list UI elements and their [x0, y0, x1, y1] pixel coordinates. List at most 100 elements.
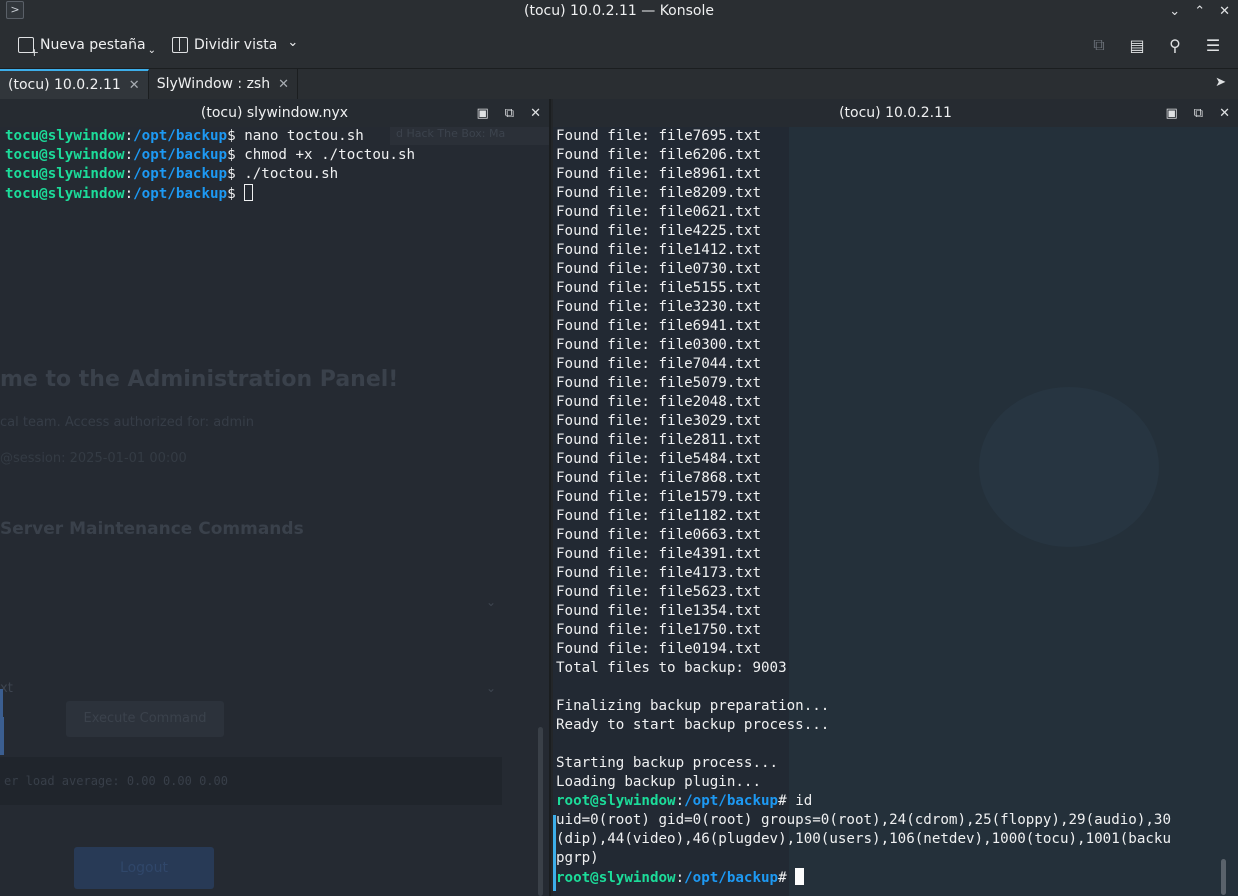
terminal-line: Found file: file4225.txt — [556, 223, 761, 239]
right-terminal-output[interactable]: Found file: file7695.txt Found file: file… — [556, 127, 1171, 888]
window-titlebar: > (tocu) 10.0.2.11 — Konsole ⌄ ⌃ ✕ — [0, 0, 1238, 22]
maximize-pane-icon[interactable]: ▣ — [477, 106, 489, 121]
terminal-line: Found file: file8209.txt — [556, 185, 761, 201]
terminal-line: root@slywindow:/opt/backup# — [556, 868, 1171, 888]
terminal-line: Found file: file5079.txt — [556, 375, 761, 391]
left-scrollbar[interactable] — [537, 127, 545, 896]
terminal-line: Found file: file4173.txt — [556, 565, 761, 581]
terminal-line: Found file: file1579.txt — [556, 489, 761, 505]
terminal-line: (dip),44(video),46(plugdev),100(users),1… — [556, 831, 1171, 847]
toolbar-right-actions: ⧉ ▤ ⚲ ☰ — [1088, 22, 1224, 68]
terminal-line: Total files to backup: 9003 — [556, 660, 787, 676]
search-icon[interactable]: ⚲ — [1164, 36, 1186, 55]
terminal-cursor — [244, 184, 254, 201]
terminal-line: tocu@slywindow:/opt/backup$ chmod +x ./t… — [5, 147, 416, 163]
terminal-line: Found file: file7868.txt — [556, 470, 761, 486]
focus-indicator — [0, 689, 3, 727]
background-button: Logout — [74, 847, 214, 889]
hamburger-menu-icon[interactable]: ☰ — [1202, 36, 1224, 55]
terminal-line: Found file: file3230.txt — [556, 299, 761, 315]
background-section-title: Server Maintenance Commands — [0, 519, 304, 539]
new-tab-label: Nueva pestaña — [40, 37, 146, 53]
terminal-line: Ready to start backup process... — [556, 717, 830, 733]
close-pane-icon[interactable]: ✕ — [1219, 106, 1230, 121]
terminal-line: Found file: file1412.txt — [556, 242, 761, 258]
terminal-line: Found file: file6941.txt — [556, 318, 761, 334]
pin-icon[interactable]: ➤ — [1215, 75, 1226, 90]
terminal-line: Found file: file2048.txt — [556, 394, 761, 410]
chevron-down-icon[interactable]: ⌄ — [148, 45, 156, 56]
terminal-line: tocu@slywindow:/opt/backup$ ./toctou.sh — [5, 166, 339, 182]
terminal-line: Found file: file3029.txt — [556, 413, 761, 429]
maximize-pane-icon[interactable]: ▣ — [1166, 106, 1178, 121]
left-terminal-pane[interactable]: d Hack The Box: Ma me to the Administrat… — [0, 99, 551, 896]
terminal-line: Found file: file8961.txt — [556, 166, 761, 182]
tab-tocu-10-0-2-11[interactable]: (tocu) 10.0.2.11 ✕ — [0, 69, 149, 99]
minimize-icon[interactable]: ⌄ — [1169, 4, 1180, 19]
left-pane-header: (tocu) slywindow.nyx ▣ ⧉ ✕ — [0, 99, 549, 127]
terminal-line: uid=0(root) gid=0(root) groups=0(root),2… — [556, 812, 1171, 828]
background-button: Execute Command — [66, 701, 224, 737]
maximize-icon[interactable]: ⌃ — [1194, 4, 1205, 19]
background-text: cal team. Access authorized for: admin — [0, 415, 255, 430]
terminal-line: Found file: file4391.txt — [556, 546, 761, 562]
detach-pane-icon[interactable]: ⧉ — [1194, 106, 1203, 121]
terminal-line: Found file: file0621.txt — [556, 204, 761, 220]
left-terminal-output[interactable]: tocu@slywindow:/opt/backup$ nano toctou.… — [5, 127, 415, 204]
terminal-line: Loading backup plugin... — [556, 774, 761, 790]
background-output-box: er load average: 0.00 0.00 0.00 — [0, 757, 502, 805]
pane-title: (tocu) slywindow.nyx — [200, 105, 349, 121]
main-toolbar: Nueva pestaña ⌄ Dividir vista ⌄ ⧉ ▤ ⚲ ☰ — [0, 22, 1238, 68]
right-pane-header: (tocu) 10.0.2.11 ▣ ⧉ ✕ — [553, 99, 1238, 127]
terminal-line: Found file: file0194.txt — [556, 641, 761, 657]
terminal-line: Found file: file7695.txt — [556, 128, 761, 144]
terminal-line: Starting backup process... — [556, 755, 779, 771]
terminal-line: Found file: file1750.txt — [556, 622, 761, 638]
terminal-line: tocu@slywindow:/opt/backup$ — [5, 184, 415, 204]
tab-slywindow-zsh[interactable]: SlyWindow : zsh ✕ — [149, 69, 299, 99]
terminal-cursor — [795, 868, 805, 885]
terminal-line: Found file: file5623.txt — [556, 584, 761, 600]
paste-icon[interactable]: ▤ — [1126, 36, 1148, 55]
window-controls: ⌄ ⌃ ✕ — [1169, 0, 1230, 22]
detach-pane-icon[interactable]: ⧉ — [505, 106, 514, 121]
right-scrollbar[interactable] — [1220, 127, 1228, 896]
pane-title: (tocu) 10.0.2.11 — [839, 105, 952, 121]
scrollbar-thumb[interactable] — [538, 727, 543, 896]
konsole-app-icon[interactable]: > — [6, 1, 24, 19]
close-window-icon[interactable]: ✕ — [1219, 4, 1230, 19]
terminal-line: Found file: file0663.txt — [556, 527, 761, 543]
close-tab-icon[interactable]: ✕ — [278, 77, 289, 92]
terminal-line: Found file: file2811.txt — [556, 432, 761, 448]
chevron-down-icon: ⌄ — [287, 34, 299, 50]
right-terminal-pane[interactable]: (tocu) 10.0.2.11 ▣ ⧉ ✕ Found file: file7… — [553, 99, 1238, 896]
tab-label: (tocu) 10.0.2.11 — [8, 77, 121, 93]
terminal-line: Found file: file0730.txt — [556, 261, 761, 277]
new-tab-icon — [18, 37, 39, 59]
terminal-line: Found file: file5155.txt — [556, 280, 761, 296]
terminal-line: Found file: file6206.txt — [556, 147, 761, 163]
window-title: (tocu) 10.0.2.11 — Konsole — [524, 3, 714, 19]
pane-controls: ▣ ⧉ ✕ — [477, 99, 542, 127]
tab-label: SlyWindow : zsh — [156, 76, 271, 92]
terminal-line: Found file: file1182.txt — [556, 508, 761, 524]
focus-indicator — [553, 815, 556, 891]
background-heading: me to the Administration Panel! — [0, 367, 399, 392]
close-pane-icon[interactable]: ✕ — [530, 106, 541, 121]
close-tab-icon[interactable]: ✕ — [129, 78, 140, 93]
split-view-icon — [171, 37, 188, 53]
background-text: @session: 2025-01-01 00:00 — [0, 451, 187, 466]
terminal-line: Finalizing backup preparation... — [556, 698, 830, 714]
terminal-line: Found file: file0300.txt — [556, 337, 761, 353]
translucent-background: d Hack The Box: Ma me to the Administrat… — [0, 123, 549, 896]
copy-icon[interactable]: ⧉ — [1088, 35, 1110, 55]
split-view-button[interactable]: Dividir vista ⌄ — [164, 30, 306, 60]
scrollbar-thumb[interactable] — [1221, 859, 1226, 895]
terminal-line: tocu@slywindow:/opt/backup$ nano toctou.… — [5, 128, 364, 144]
pane-controls: ▣ ⧉ ✕ — [1166, 99, 1231, 127]
terminal-line: Found file: file5484.txt — [556, 451, 761, 467]
terminal-line: pgrp) — [556, 850, 599, 866]
new-tab-button[interactable]: Nueva pestaña ⌄ — [10, 30, 164, 60]
